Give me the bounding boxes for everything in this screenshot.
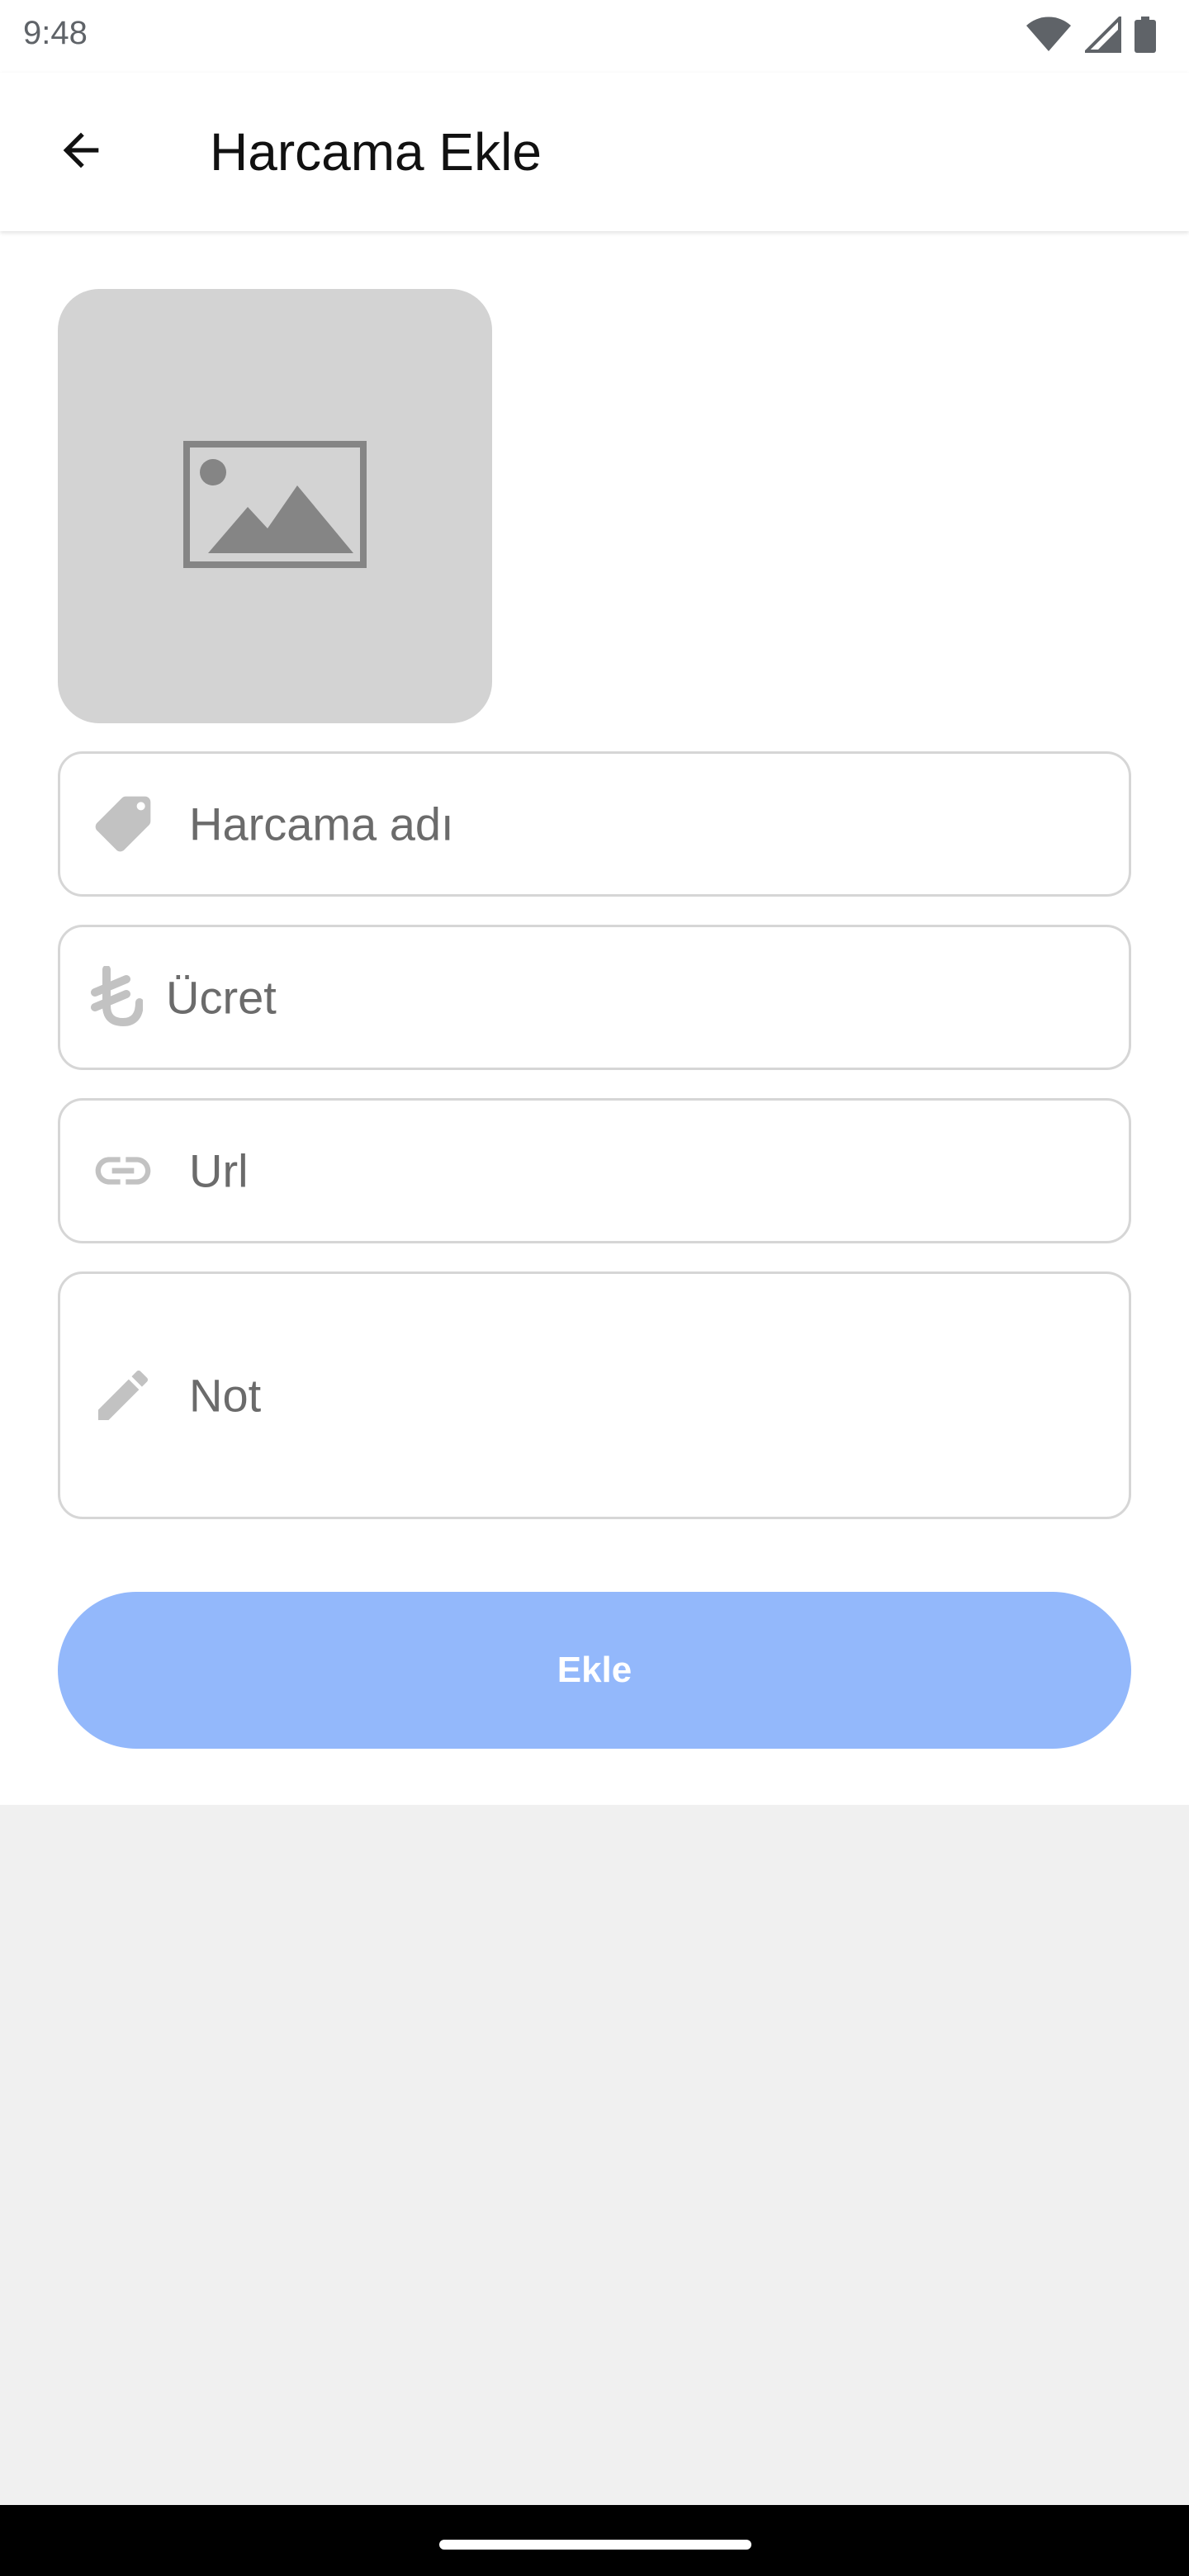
status-time: 9:48: [23, 15, 88, 51]
expense-name-field[interactable]: Harcama adı: [58, 751, 1131, 897]
arrow-back-icon: [54, 124, 107, 181]
back-button[interactable]: [40, 111, 122, 193]
price-field[interactable]: Ücret: [58, 925, 1131, 1070]
battery-icon: [1135, 16, 1156, 57]
app-bar: Harcama Ekle: [0, 73, 1189, 231]
price-placeholder: Ücret: [166, 971, 277, 1024]
wifi-icon: [1026, 17, 1072, 57]
note-field[interactable]: Not: [58, 1271, 1131, 1519]
screen: 9:48 Harcama Ekle Harcama adı Ücret Url …: [0, 0, 1189, 2576]
expense-name-placeholder: Harcama adı: [189, 798, 454, 850]
image-picker[interactable]: [58, 289, 492, 723]
status-icons: [1026, 13, 1156, 57]
link-icon: [90, 1138, 156, 1204]
empty-area: [0, 1805, 1189, 2505]
add-button[interactable]: Ekle: [58, 1592, 1131, 1749]
image-placeholder-icon: [183, 440, 367, 572]
lira-icon: [83, 964, 149, 1030]
url-placeholder: Url: [189, 1144, 249, 1197]
pencil-icon: [90, 1362, 156, 1428]
url-field[interactable]: Url: [58, 1098, 1131, 1243]
cellular-signal-icon: [1082, 13, 1121, 57]
note-placeholder: Not: [189, 1369, 262, 1422]
status-bar: 9:48: [0, 0, 1189, 73]
navigation-bar: [0, 2505, 1189, 2576]
tag-icon: [90, 791, 156, 857]
page-title: Harcama Ekle: [210, 122, 542, 182]
form-content: Harcama adı Ücret Url Not Ekle: [0, 231, 1189, 1805]
home-indicator[interactable]: [439, 2540, 751, 2550]
